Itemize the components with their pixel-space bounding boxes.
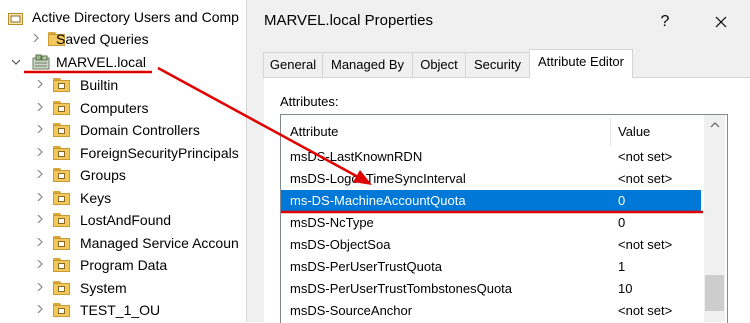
folder-icon	[53, 190, 71, 205]
attribute-name: msDS-PerUserTrustQuota	[290, 259, 442, 274]
tree-item-label: System	[80, 279, 127, 296]
attribute-value: <not set>	[618, 149, 673, 164]
folder-icon	[53, 168, 71, 182]
attribute-name: msDS-PerUserTrustTombstonesQuota	[290, 281, 513, 296]
list-row[interactable]: msDS-LastKnownRDN <not set>	[281, 146, 701, 168]
attribute-name: msDS-SourceAnchor	[290, 303, 413, 318]
folder-icon	[53, 235, 71, 250]
tree-item-saved-queries[interactable]: Saved Queries	[32, 28, 246, 50]
tree-item[interactable]: Groups	[36, 164, 246, 186]
folder-icon	[53, 258, 71, 272]
folder-icon	[53, 123, 71, 137]
tree-item[interactable]: Computers	[36, 97, 246, 119]
folder-icon	[53, 213, 71, 227]
list-row[interactable]: msDS-ObjectSoa <not set>	[281, 234, 701, 256]
tree-item[interactable]: LostAndFound	[36, 209, 246, 231]
scrollbar-thumb[interactable]	[705, 275, 724, 311]
tree-root[interactable]: Active Directory Users and Comp	[8, 6, 246, 28]
list-row[interactable]: msDS-PerUserTrustTombstonesQuota 10	[281, 278, 701, 300]
tree-root-label: Active Directory Users and Comp	[32, 9, 239, 25]
folder-icon	[53, 280, 71, 295]
tree-item-label: Builtin	[80, 77, 119, 93]
attribute-name: msDS-NcType	[290, 215, 374, 230]
folder-icon	[53, 100, 71, 115]
attribute-name: msDS-LogonTimeSyncInterval	[290, 171, 466, 186]
tab-attribute-editor[interactable]: Attribute Editor	[529, 49, 633, 78]
dialog-title: MARVEL.local Properties	[264, 12, 433, 29]
tab-general[interactable]: General	[263, 52, 323, 78]
tree-item-label: ForeignSecurityPrincipals	[80, 144, 239, 161]
close-button[interactable]	[708, 10, 734, 34]
attribute-value: <not set>	[618, 171, 673, 186]
close-icon	[715, 16, 727, 28]
folder-icon	[53, 78, 71, 92]
tree-item-domain[interactable]: MARVEL.local	[12, 51, 246, 73]
attribute-value: <not set>	[618, 237, 673, 252]
console-root-icon	[8, 10, 24, 25]
chevron-right-icon[interactable]	[36, 215, 44, 223]
column-header-attribute[interactable]: Attribute	[290, 124, 338, 139]
tree-item-label: Computers	[80, 99, 149, 116]
tab-managed-by[interactable]: Managed By	[322, 52, 413, 78]
tab-object[interactable]: Object	[412, 52, 466, 78]
column-separator[interactable]	[610, 118, 611, 146]
attribute-value: 0	[618, 193, 626, 208]
tree-item[interactable]: System	[36, 277, 246, 299]
tree-item[interactable]: Keys	[36, 187, 246, 209]
chevron-right-icon[interactable]	[36, 305, 44, 313]
tree-item-label: Domain Controllers	[80, 122, 200, 138]
tree-item[interactable]: ForeignSecurityPrincipals	[36, 142, 246, 164]
tree-item[interactable]: Domain Controllers	[36, 119, 246, 141]
chevron-down-icon[interactable]	[12, 58, 20, 66]
chevron-right-icon[interactable]	[32, 34, 40, 42]
folder-icon	[53, 303, 71, 317]
vertical-scrollbar[interactable]	[704, 115, 725, 322]
tree-item-label: TEST_1_OU	[80, 302, 161, 318]
attribute-value: 10	[618, 281, 633, 296]
tab-security[interactable]: Security	[465, 52, 530, 78]
chevron-right-icon[interactable]	[36, 192, 44, 201]
tree-item-label: Managed Service Accoun	[80, 234, 239, 251]
list-row[interactable]: msDS-SourceAnchor <not set>	[281, 300, 701, 322]
list-row[interactable]: msDS-PerUserTrustQuota 1	[281, 256, 701, 278]
console-tree: Active Directory Users and Comp Saved Qu…	[0, 0, 246, 322]
tree-item-label: MARVEL.local	[56, 54, 147, 70]
domain-icon	[32, 54, 50, 70]
tree-item[interactable]: Managed Service Accoun	[36, 232, 246, 254]
attribute-value: 1	[618, 259, 626, 274]
attribute-name: msDS-ObjectSoa	[290, 237, 391, 252]
attribute-value: 0	[618, 215, 626, 230]
scroll-up-arrow-icon[interactable]	[704, 119, 725, 135]
list-row[interactable]: msDS-NcType 0	[281, 212, 701, 234]
column-header-value[interactable]: Value	[618, 124, 650, 139]
tree-item-label: Saved Queries	[56, 31, 149, 47]
chevron-right-icon[interactable]	[36, 170, 44, 178]
attributes-caption: Attributes:	[280, 94, 339, 109]
chevron-right-icon[interactable]	[36, 282, 44, 291]
tree-item[interactable]: TEST_1_OU	[36, 299, 246, 321]
chevron-right-icon[interactable]	[36, 102, 44, 111]
tree-item-label: Keys	[80, 189, 112, 206]
tree-item-label: LostAndFound	[80, 212, 172, 228]
chevron-right-icon[interactable]	[36, 125, 44, 133]
chevron-right-icon[interactable]	[36, 147, 44, 156]
tree-item-label: Groups	[80, 167, 126, 183]
folder-icon	[53, 145, 71, 160]
attribute-value: <not set>	[618, 303, 673, 318]
help-button[interactable]: ?	[655, 10, 675, 34]
attribute-name: msDS-LastKnownRDN	[290, 149, 423, 164]
tree-item[interactable]: Program Data	[36, 254, 246, 276]
chevron-right-icon[interactable]	[36, 80, 44, 88]
attribute-name: ms-DS-MachineAccountQuota	[290, 193, 466, 208]
tree-item-label: Program Data	[80, 257, 168, 273]
tree-item[interactable]: Builtin	[36, 74, 246, 96]
chevron-right-icon[interactable]	[36, 237, 44, 246]
list-row-selected[interactable]: ms-DS-MachineAccountQuota 0	[281, 190, 701, 212]
list-row[interactable]: msDS-LogonTimeSyncInterval <not set>	[281, 168, 701, 190]
chevron-right-icon[interactable]	[36, 260, 44, 268]
